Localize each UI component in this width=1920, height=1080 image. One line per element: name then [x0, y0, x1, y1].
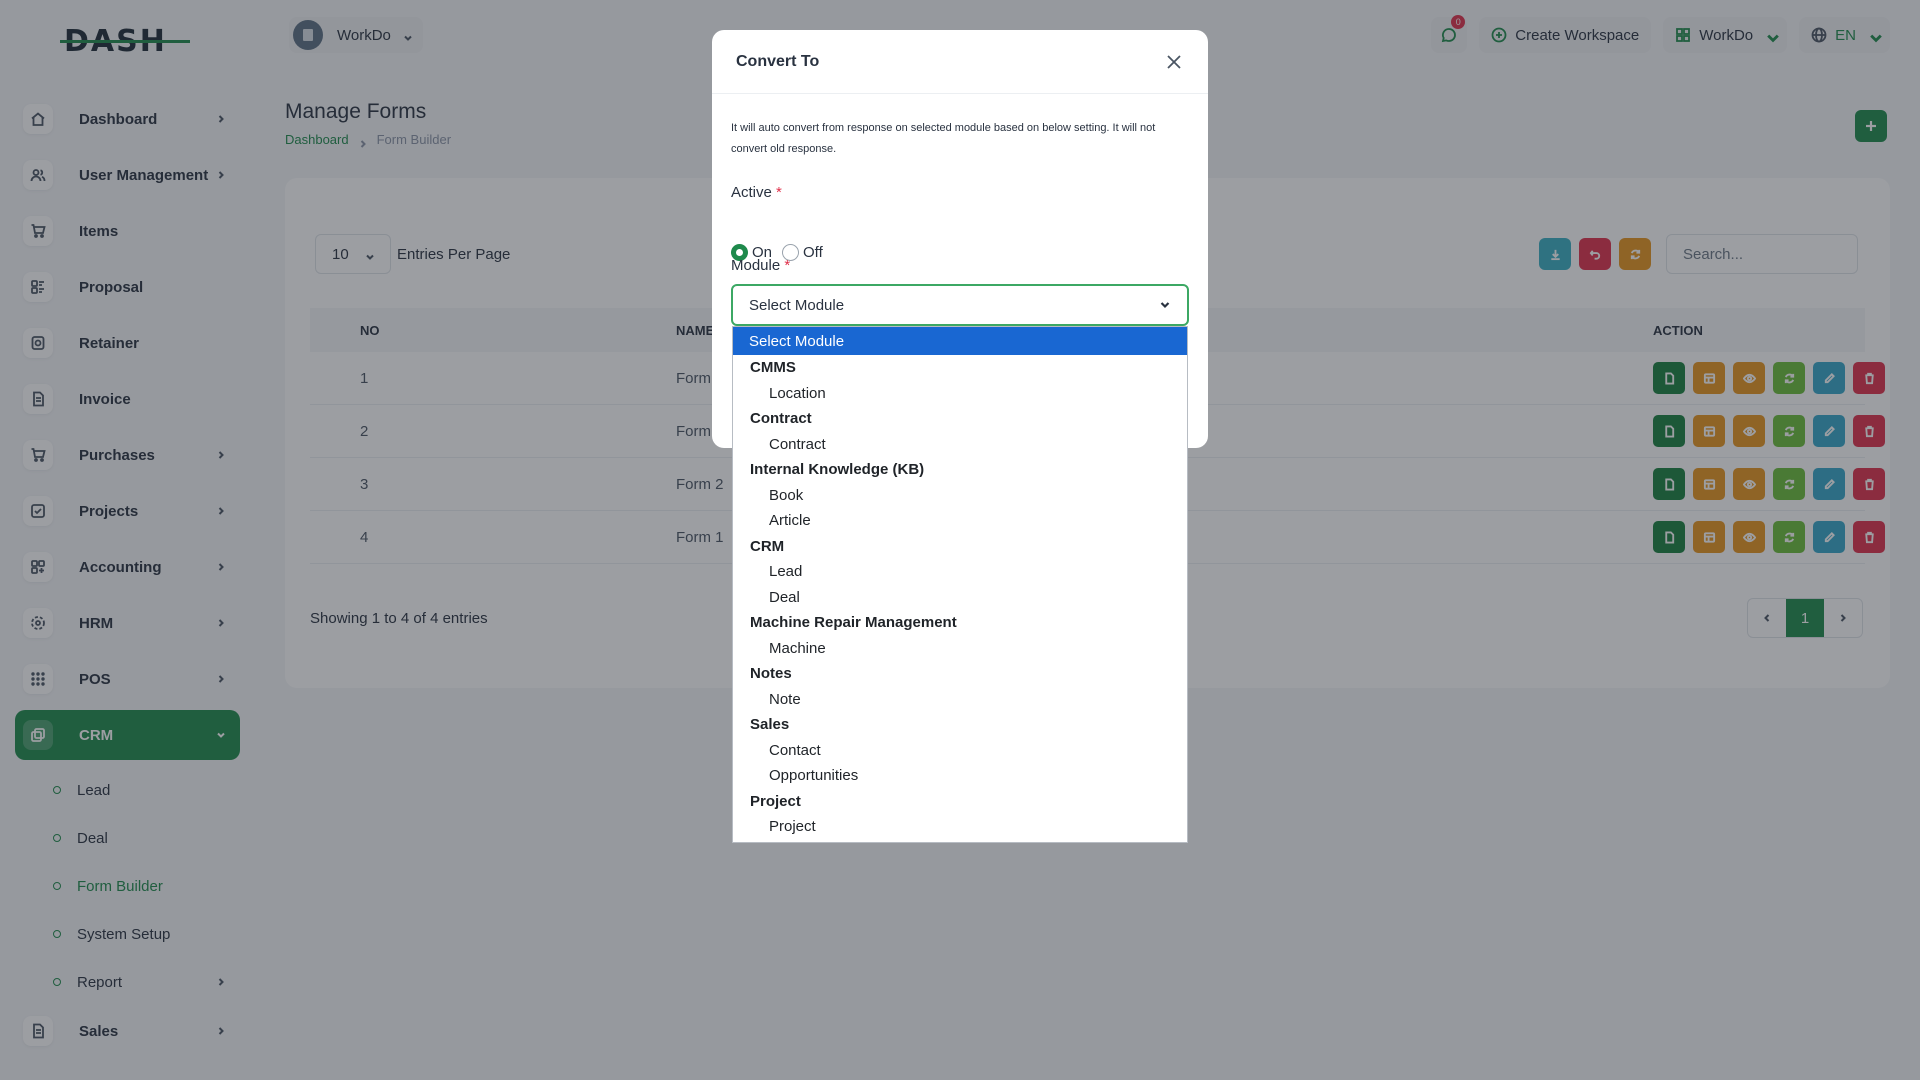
dropdown-group-label: CRM: [750, 537, 785, 555]
dropdown-option[interactable]: Location: [733, 381, 1187, 407]
module-label-text: Module: [731, 257, 781, 274]
module-dropdown-list: Select Module CMMS Location Contract Contra…: [732, 326, 1188, 843]
dropdown-option[interactable]: Contract: [733, 432, 1187, 458]
module-label: Module *: [731, 257, 790, 274]
chevron-down-icon: [1160, 302, 1170, 309]
module-select-value: Select Module: [749, 296, 845, 314]
dropdown-group-label: Machine Repair Management: [750, 614, 957, 632]
active-label-text: Active: [731, 184, 772, 201]
dropdown-option[interactable]: Machine: [733, 636, 1187, 662]
dropdown-option[interactable]: Article: [733, 508, 1187, 534]
dropdown-option[interactable]: Book: [733, 483, 1187, 509]
dropdown-group-label: Project: [750, 792, 801, 810]
modal-description: It will auto convert from response on se…: [731, 122, 1156, 155]
close-icon: [1167, 54, 1181, 69]
dropdown-group-label: Contract: [750, 410, 812, 428]
modal-title: Convert To: [736, 52, 820, 70]
radio-off-label[interactable]: Off: [803, 244, 823, 261]
required-mark: *: [784, 257, 791, 274]
dropdown-group-label: Notes: [750, 665, 792, 683]
active-label: Active *: [731, 184, 782, 201]
dropdown-option[interactable]: Opportunities: [733, 763, 1187, 789]
dropdown-group-label: Sales: [750, 716, 790, 734]
dropdown-option[interactable]: Lead: [733, 559, 1187, 585]
required-mark: *: [776, 184, 782, 201]
dropdown-option[interactable]: Contact: [733, 738, 1187, 764]
dropdown-option[interactable]: Project: [733, 814, 1187, 840]
dropdown-option[interactable]: Note: [733, 687, 1187, 713]
dropdown-group-label: Internal Knowledge (KB): [750, 461, 925, 479]
module-select[interactable]: Select Module: [731, 284, 1189, 326]
dropdown-group-label: CMMS: [750, 359, 796, 377]
dropdown-option[interactable]: Deal: [733, 585, 1187, 611]
modal-header: Convert To: [712, 30, 1208, 94]
dropdown-option-placeholder[interactable]: Select Module: [733, 327, 1187, 355]
close-button[interactable]: [1164, 52, 1184, 72]
